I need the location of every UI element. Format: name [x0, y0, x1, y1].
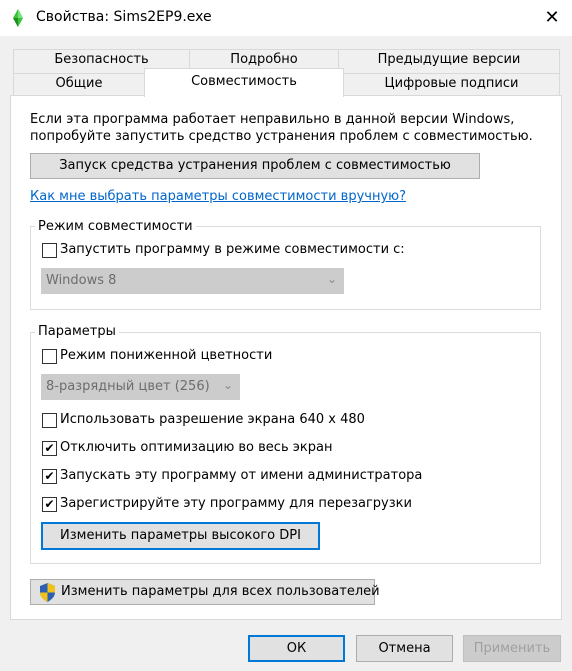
compat-os-value: Windows 8: [46, 273, 117, 288]
color-depth-value: 8-разрядный цвет (256): [46, 379, 210, 394]
troubleshooter-button[interactable]: Запуск средства устранения проблем с сов…: [30, 153, 480, 179]
reduced-color-checkbox[interactable]: [42, 349, 57, 364]
tab-general[interactable]: Общие: [13, 73, 145, 96]
change-dpi-button[interactable]: Изменить параметры высокого DPI: [41, 522, 320, 550]
reduced-color-label: Режим пониженной цветности: [60, 348, 273, 363]
fullscreen-opt-checkbox[interactable]: ✔: [42, 441, 57, 456]
compat-mode-checkbox[interactable]: [42, 243, 57, 258]
compat-mode-label: Запустить программу в режиме совместимос…: [60, 242, 405, 257]
color-depth-select: 8-разрядный цвет (256) ⌄: [41, 374, 240, 400]
resolution-checkbox[interactable]: [42, 413, 57, 428]
compat-os-select: Windows 8 ⌄: [41, 268, 344, 294]
resolution-label: Использовать разрешение экрана 640 x 480: [60, 412, 365, 427]
ok-button[interactable]: ОК: [248, 635, 345, 662]
compat-mode-legend: Режим совместимости: [35, 219, 196, 234]
cancel-button[interactable]: Отмена: [356, 635, 453, 662]
title-bar: Свойства: Sims2EP9.exe ✕: [0, 0, 572, 36]
intro-line-1: Если эта программа работает неправильно …: [30, 112, 515, 127]
uac-shield-icon: [40, 583, 55, 602]
sims-diamond-icon: [13, 9, 23, 27]
all-users-label: Изменить параметры для всех пользователе…: [61, 584, 380, 599]
chevron-down-icon: ⌄: [326, 272, 337, 286]
run-admin-label: Запускать эту программу от имени админис…: [60, 468, 423, 483]
tab-compatibility[interactable]: Совместимость: [144, 68, 344, 97]
tab-previous-versions[interactable]: Предыдущие версии: [338, 49, 560, 73]
intro-line-2: попробуйте запустить средство устранения…: [30, 129, 533, 144]
register-restart-checkbox[interactable]: ✔: [42, 497, 57, 512]
all-users-button[interactable]: Изменить параметры для всех пользователе…: [30, 579, 380, 605]
window-title: Свойства: Sims2EP9.exe: [36, 9, 212, 25]
tab-digital-signatures[interactable]: Цифровые подписи: [343, 73, 560, 96]
fullscreen-opt-label: Отключить оптимизацию во весь экран: [60, 440, 333, 455]
run-admin-checkbox[interactable]: ✔: [42, 469, 57, 484]
apply-button[interactable]: Применить: [463, 635, 561, 662]
chevron-down-icon: ⌄: [222, 378, 233, 392]
settings-legend: Параметры: [35, 324, 119, 339]
close-button[interactable]: ✕: [532, 0, 572, 36]
manual-settings-link[interactable]: Как мне выбрать параметры совместимости …: [30, 189, 406, 204]
register-restart-label: Зарегистрируйте эту программу для переза…: [60, 496, 412, 511]
